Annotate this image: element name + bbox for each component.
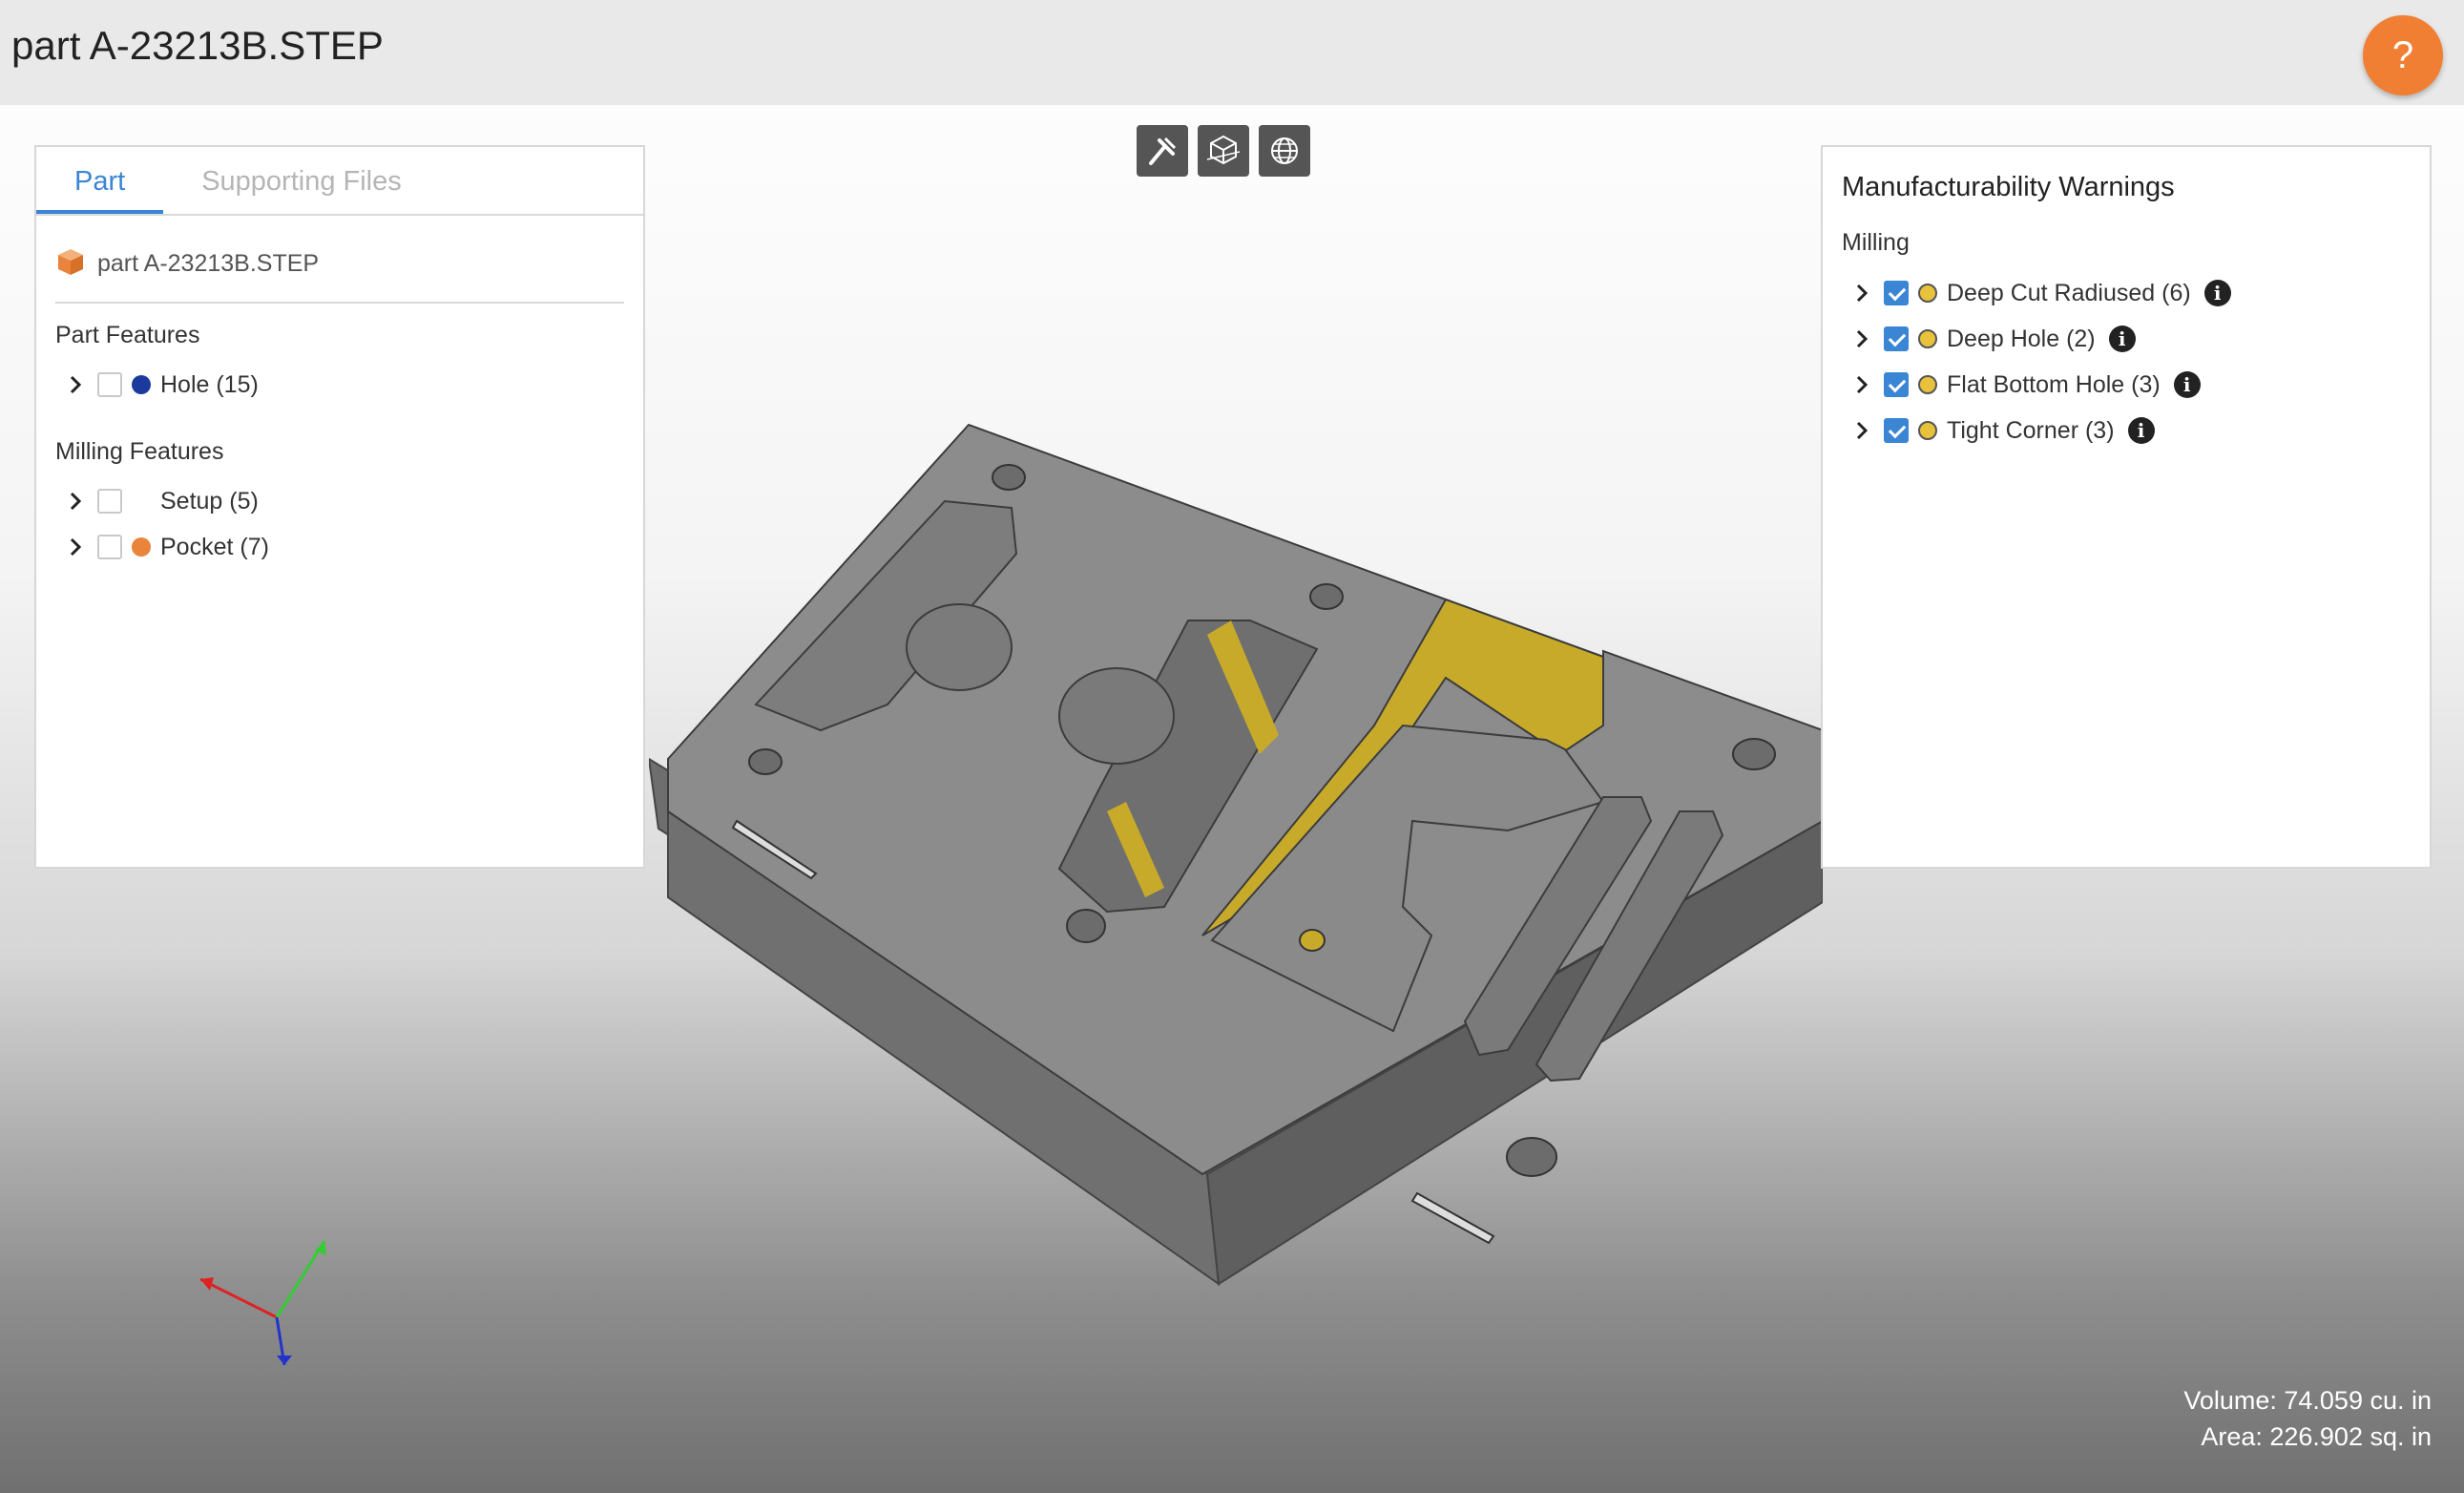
warnings-panel: Manufacturability Warnings Milling Deep …: [1821, 145, 2432, 869]
chevron-right-icon[interactable]: [65, 533, 86, 561]
hole-feature: [748, 748, 783, 775]
warning-label: Deep Hole (2): [1947, 325, 2096, 352]
color-dot: [1918, 421, 1937, 440]
axes-gizmo: [199, 1240, 326, 1366]
measure-button[interactable]: [1137, 125, 1188, 177]
checkbox-deep-hole[interactable]: [1884, 326, 1909, 351]
area-readout: Area: 226.902 sq. in: [2201, 1422, 2432, 1451]
hole-feature: [1058, 667, 1175, 765]
globe-icon: [1271, 137, 1298, 164]
color-dot: [132, 537, 151, 557]
checkbox-flat-bottom-hole[interactable]: [1884, 372, 1909, 397]
color-dot: [1918, 284, 1937, 303]
measure-icon: [1149, 137, 1177, 165]
section-view-icon: [1206, 135, 1241, 165]
checkbox-pocket[interactable]: [97, 535, 122, 559]
file-row[interactable]: part A-23213B.STEP: [55, 246, 624, 304]
part-box-icon: [58, 249, 83, 275]
tree-item-label: Pocket (7): [160, 533, 269, 560]
app-header: part A-23213B.STEP ?: [0, 0, 2464, 105]
part-3d-viewport[interactable]: [649, 401, 1823, 1346]
tree-item-hole[interactable]: Hole (15): [65, 368, 259, 402]
volume-readout: Volume: 74.059 cu. in: [2183, 1386, 2432, 1415]
hole-feature: [1299, 929, 1326, 952]
warning-label: Deep Cut Radiused (6): [1947, 279, 2191, 306]
warning-label: Flat Bottom Hole (3): [1947, 370, 2161, 398]
tree-item-label: Hole (15): [160, 370, 259, 398]
tab-part[interactable]: Part: [36, 147, 164, 214]
tab-supporting-files[interactable]: Supporting Files: [163, 147, 440, 214]
help-button[interactable]: ?: [2363, 15, 2443, 95]
warnings-title: Manufacturability Warnings: [1842, 172, 2175, 202]
warnings-subtitle: Milling: [1842, 229, 1910, 256]
chevron-right-icon[interactable]: [65, 487, 86, 515]
tree-item-setup[interactable]: Setup (5): [65, 484, 259, 518]
slot-feature: [1410, 1191, 1495, 1245]
checkbox-tight-corner[interactable]: [1884, 418, 1909, 443]
section-view-button[interactable]: [1198, 125, 1249, 177]
info-icon[interactable]: i: [2127, 417, 2155, 444]
color-dot: [132, 492, 151, 511]
viewer-toolbar: [1137, 125, 1310, 177]
checkbox-deep-cut-radiused[interactable]: [1884, 281, 1909, 305]
warning-item-deep-hole[interactable]: Deep Hole (2) i: [1851, 322, 2136, 356]
tree-item-label: Setup (5): [160, 487, 259, 515]
milling-features-title: Milling Features: [55, 438, 224, 465]
part-features-title: Part Features: [55, 322, 200, 348]
info-icon[interactable]: i: [2173, 371, 2201, 398]
chevron-right-icon[interactable]: [1851, 325, 1872, 353]
part-stats: Volume: 74.059 cu. in Area: 226.902 sq. …: [2183, 1382, 2432, 1455]
page-title: part A-23213B.STEP: [11, 23, 384, 68]
globe-button[interactable]: [1259, 125, 1310, 177]
warning-item-tight-corner[interactable]: Tight Corner (3) i: [1851, 413, 2155, 448]
chevron-right-icon[interactable]: [65, 370, 86, 399]
color-dot: [132, 375, 151, 394]
hole-feature: [1732, 738, 1776, 770]
hole-feature: [906, 603, 1013, 691]
panel-tabs: Part Supporting Files: [36, 147, 643, 216]
part-top-face: [667, 423, 1823, 1176]
chevron-right-icon[interactable]: [1851, 370, 1872, 399]
tree-item-pocket[interactable]: Pocket (7): [65, 530, 269, 564]
part-panel: Part Supporting Files part A-23213B.STEP…: [34, 145, 645, 869]
hole-feature: [1309, 583, 1344, 610]
warning-item-deep-cut-radiused[interactable]: Deep Cut Radiused (6) i: [1851, 276, 2231, 310]
warning-item-flat-bottom-hole[interactable]: Flat Bottom Hole (3) i: [1851, 368, 2201, 402]
checkbox-hole[interactable]: [97, 372, 122, 397]
file-name: part A-23213B.STEP: [97, 250, 320, 277]
hole-feature: [992, 464, 1026, 491]
warning-label: Tight Corner (3): [1947, 416, 2115, 444]
info-icon[interactable]: i: [2108, 326, 2136, 352]
info-icon[interactable]: i: [2203, 280, 2231, 306]
chevron-right-icon[interactable]: [1851, 279, 1872, 307]
hole-feature: [1066, 909, 1106, 943]
color-dot: [1918, 329, 1937, 348]
checkbox-setup[interactable]: [97, 489, 122, 514]
color-dot: [1918, 375, 1937, 394]
chevron-right-icon[interactable]: [1851, 416, 1872, 445]
hole-feature: [1506, 1137, 1557, 1177]
